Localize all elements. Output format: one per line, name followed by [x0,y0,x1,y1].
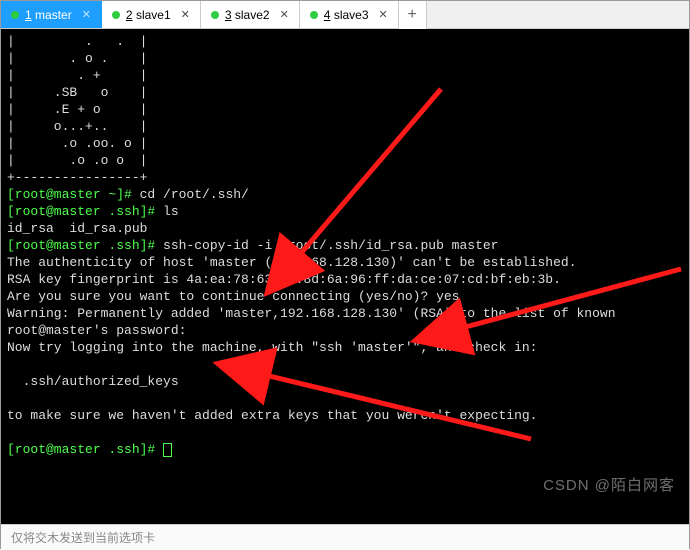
add-tab-button[interactable]: + [399,1,427,29]
status-text: 仅将交木发送到当前选项卡 [11,531,155,545]
tab-slave3[interactable]: 4 slave3 ✕ [300,1,399,28]
tab-number: 3 [225,8,232,22]
close-icon[interactable]: ✕ [82,8,91,21]
output-line: Warning: Permanently added 'master,192.1… [7,306,616,321]
close-icon[interactable]: ✕ [181,8,190,21]
tab-number: 1 [25,8,32,22]
status-bar: 仅将交木发送到当前选项卡 [1,524,689,550]
ascii-art: | . . | | . o . | | . + | | .SB o | | .E… [7,34,147,185]
tab-slave2[interactable]: 3 slave2 ✕ [201,1,300,28]
close-icon[interactable]: ✕ [280,8,289,21]
output-line: root@master's password: [7,323,194,338]
output-line: to make sure we haven't added extra keys… [7,408,538,423]
close-icon[interactable]: ✕ [379,8,388,21]
tab-slave1[interactable]: 2 slave1 ✕ [102,1,201,28]
prompt: [root@master .ssh]# [7,204,163,219]
tab-label: 3 slave2 [225,8,270,22]
output-line: Are you sure you want to continue connec… [7,289,436,304]
tab-label: 1 master [25,8,72,22]
output-line: Now try logging into the machine, with "… [7,340,538,355]
command: ssh-copy-id -i /root/.ssh/id_rsa.pub mas… [163,238,498,253]
cursor-icon [163,443,172,457]
output-line: The authenticity of host 'master (192.16… [7,255,577,270]
terminal[interactable]: | . . | | . o . | | . + | | .SB o | | .E… [1,29,689,524]
prompt: [root@master ~]# [7,187,140,202]
status-dot-icon [310,11,318,19]
output-line: .ssh/authorized_keys [7,374,179,389]
status-dot-icon [211,11,219,19]
output-line: id_rsa id_rsa.pub [7,221,147,236]
command: cd /root/.ssh/ [140,187,249,202]
tab-label: 4 slave3 [324,8,369,22]
prompt: [root@master .ssh]# [7,238,163,253]
tab-bar: 1 master ✕ 2 slave1 ✕ 3 slave2 ✕ 4 slave… [1,1,689,29]
command: ls [163,204,179,219]
status-dot-icon [112,11,120,19]
user-input: yes [436,289,459,304]
output-line: RSA key fingerprint is 4a:ea:78:63:ca:8d… [7,272,561,287]
prompt: [root@master .ssh]# [7,442,163,457]
tab-label: 2 slave1 [126,8,171,22]
status-dot-icon [11,11,19,19]
watermark: CSDN @陌白网客 [543,477,675,494]
tab-master[interactable]: 1 master ✕ [1,1,102,28]
tab-number: 2 [126,8,133,22]
